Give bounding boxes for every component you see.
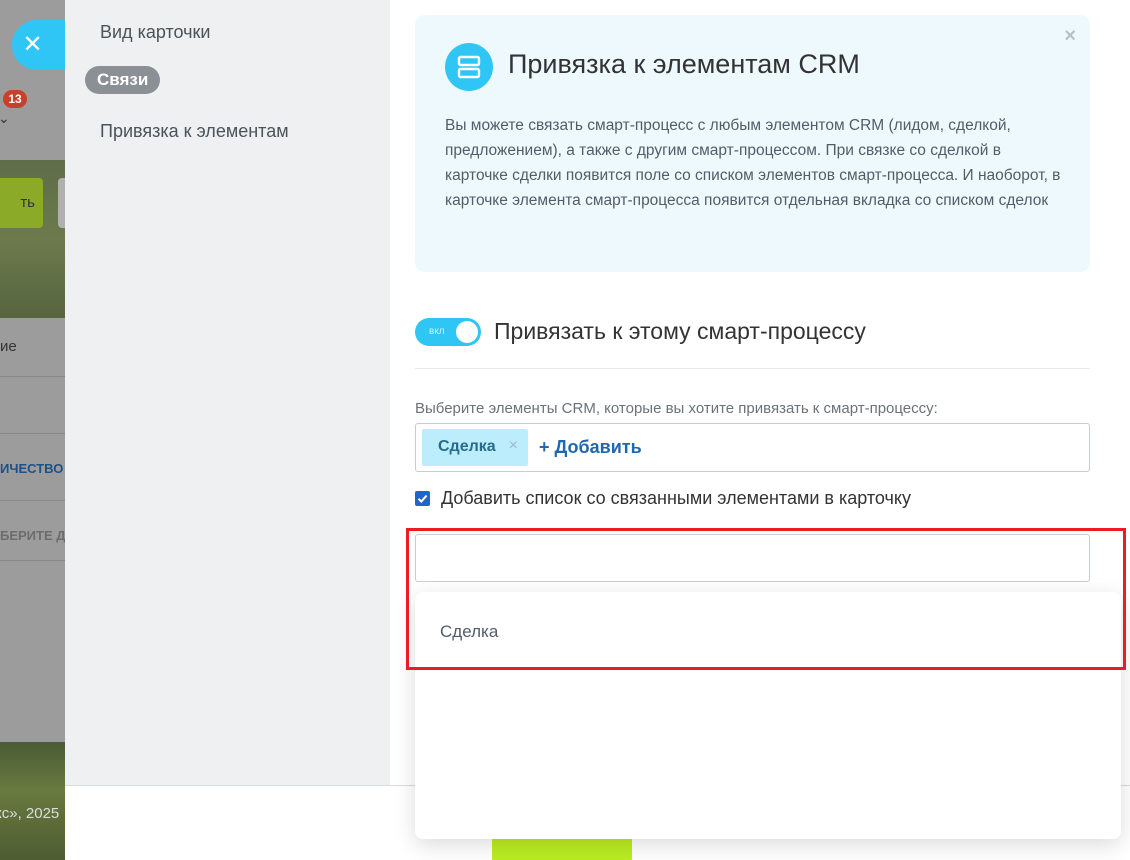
section-title: Привязать к этому смарт-процессу — [494, 318, 866, 344]
chevron-down-icon: ⌄ — [0, 110, 10, 126]
info-title: Привязка к элементам CRM — [508, 49, 860, 79]
binding-toggle[interactable]: вкл — [415, 318, 481, 346]
background-divider — [0, 500, 65, 501]
info-description: Вы можете связать смарт-процесс с любым … — [445, 117, 1061, 209]
info-panel: Привязка к элементам CRM × Вы можете свя… — [415, 15, 1090, 272]
crm-binding-icon — [445, 43, 493, 91]
close-icon: ✕ — [22, 31, 43, 58]
divider — [415, 368, 1090, 369]
element-search-input[interactable] — [415, 534, 1090, 582]
background-divider — [0, 376, 65, 377]
background-green-button: ть — [0, 178, 43, 228]
sidebar-item-relations[interactable]: Связи — [85, 66, 161, 94]
add-element-link[interactable]: + Добавить — [539, 437, 642, 458]
field-caption: Выберите элементы CRM, которые вы хотите… — [415, 400, 938, 417]
toggle-knob — [456, 321, 478, 343]
slider-close-button[interactable]: ✕ — [12, 20, 65, 70]
tag-label: Сделка — [438, 438, 496, 455]
crm-elements-selector[interactable]: Сделка × + Добавить — [415, 423, 1090, 472]
checkbox-label: Добавить список со связанными элементами… — [441, 487, 911, 508]
background-image — [0, 742, 65, 860]
element-dropdown: Сделка — [415, 592, 1121, 839]
background-row-text: ие — [0, 338, 17, 355]
check-icon — [417, 494, 428, 503]
background-column-header: ИЧЕСТВО — [0, 461, 64, 476]
linked-list-checkbox[interactable] — [415, 490, 430, 506]
close-icon[interactable]: × — [1064, 25, 1076, 48]
background-column-header: БЕРИТЕ Д — [0, 528, 65, 543]
toggle-state-label: вкл — [429, 326, 445, 337]
sidebar-item-element-binding[interactable]: Привязка к элементам — [100, 121, 289, 142]
dropdown-option-deal[interactable]: Сделка — [415, 604, 1105, 659]
settings-sidebar: Вид карточки Связи Привязка к элементам — [65, 0, 390, 785]
background-grey-button — [58, 178, 65, 228]
background-divider — [0, 560, 65, 561]
selected-tag[interactable]: Сделка × — [422, 429, 528, 466]
background-copyright: кс», 2025 — [0, 805, 60, 822]
linked-list-option: Добавить список со связанными элементами… — [415, 486, 911, 510]
remove-tag-icon[interactable]: × — [509, 437, 518, 455]
notification-badge: 13 — [3, 90, 27, 108]
background-divider — [0, 433, 65, 434]
background-app-overlay: 13 ⌄ ть ие ИЧЕСТВО БЕРИТЕ Д кс», 2025 — [0, 0, 65, 860]
sidebar-item-card-view[interactable]: Вид карточки — [100, 22, 210, 43]
